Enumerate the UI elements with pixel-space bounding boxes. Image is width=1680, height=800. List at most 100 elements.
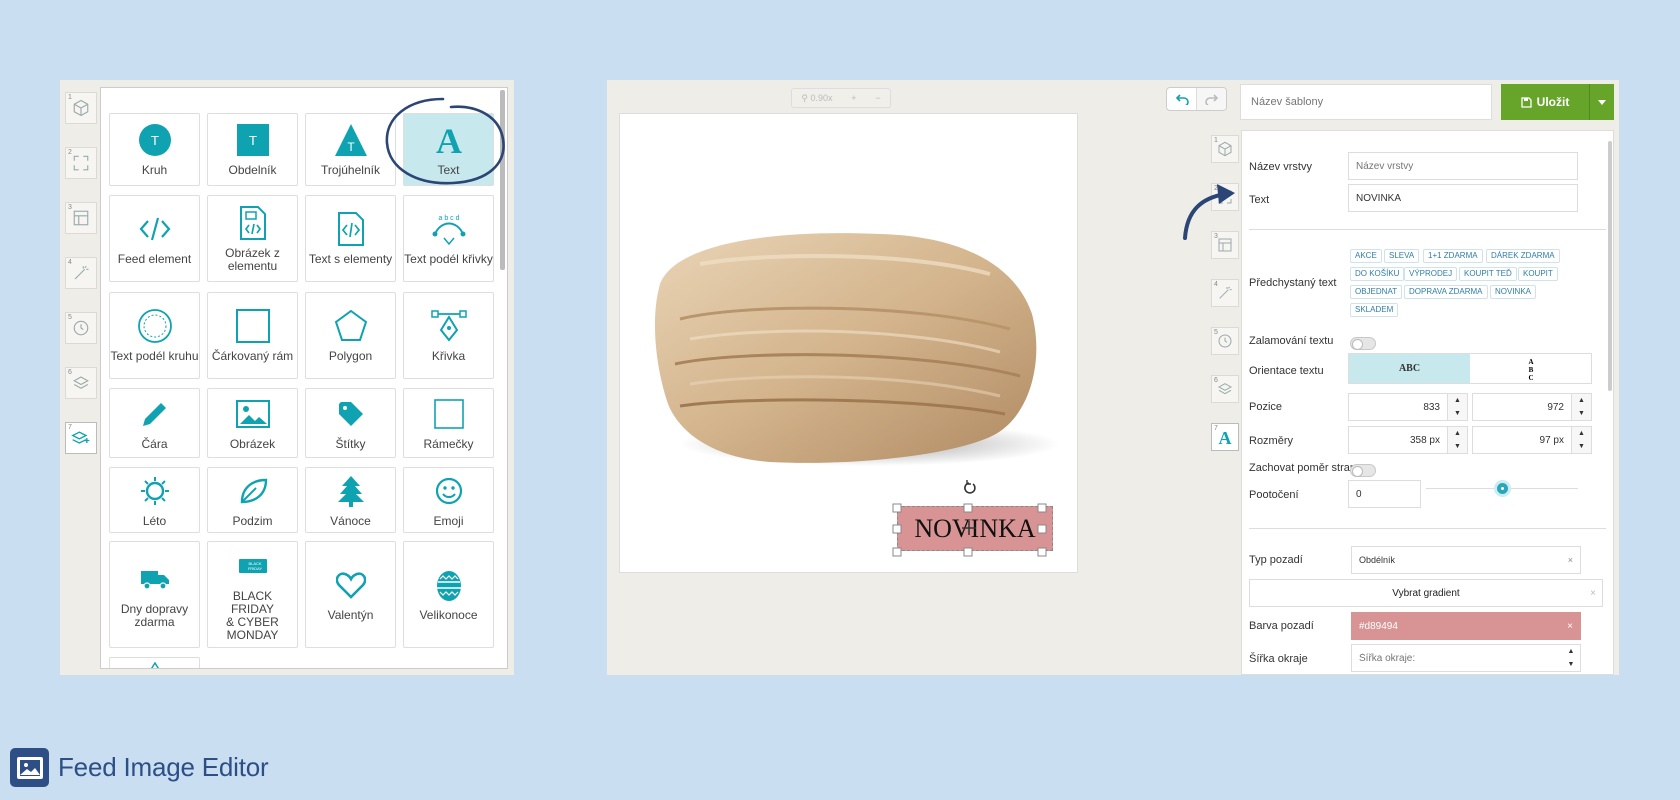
strip-button-objects[interactable]: 1 <box>65 92 97 124</box>
tile-obdelnik[interactable]: T Obdelník <box>207 113 298 186</box>
border-width-stepper[interactable]: ▲ ▼ <box>1562 645 1580 671</box>
tile-kruh[interactable]: T Kruh <box>109 113 200 186</box>
tile-label: Obrázek <box>229 436 276 451</box>
zoom-in-button[interactable]: + <box>851 93 856 103</box>
fullscreen-icon <box>73 155 89 171</box>
strip-button-history[interactable]: 5 <box>65 312 97 344</box>
zoom-out-button[interactable]: − <box>875 93 880 103</box>
preset-chip[interactable]: AKCE <box>1350 249 1382 263</box>
tile-carkovany-ram[interactable]: Čárkovaný rám <box>207 292 298 379</box>
svg-text:a b c d: a b c d <box>438 215 459 222</box>
position-x-stepper[interactable]: ▲ ▼ <box>1447 394 1467 420</box>
template-name-input[interactable] <box>1240 84 1492 120</box>
tile-ramecky[interactable]: Rámečky <box>403 388 494 458</box>
clear-icon[interactable]: × <box>1590 588 1596 599</box>
select-gradient-button[interactable]: Vybrat gradient × <box>1249 579 1603 607</box>
tile-velikonoce[interactable]: Velikonoce <box>403 541 494 648</box>
tile-vanoce[interactable]: Vánoce <box>305 467 396 533</box>
strip-button-history[interactable]: 5 <box>1211 327 1239 355</box>
tile-label: Vánoce <box>330 513 371 528</box>
canvas-text-layer[interactable]: NOVINKA <box>897 506 1053 551</box>
preset-chip[interactable]: DO KOŠÍKU <box>1350 267 1405 281</box>
tile-black-friday[interactable]: BLACK FRIDAY BLACK FRIDAY & CYBER MONDAY <box>207 541 298 648</box>
svg-text:FRIDAY: FRIDAY <box>247 566 262 571</box>
text-a-icon: A <box>1219 428 1232 446</box>
strip-button-resize[interactable]: 2 <box>65 147 97 179</box>
tile-obrazek[interactable]: Obrázek <box>207 388 298 458</box>
width-input[interactable]: 358 px ▲ ▼ <box>1348 426 1468 454</box>
preset-chip[interactable]: DÁREK ZDARMA <box>1486 249 1560 263</box>
preset-chip[interactable]: SKLADEM <box>1350 303 1399 317</box>
strip-button-text[interactable]: 7A <box>1211 423 1239 451</box>
preset-chip[interactable]: KOUPIT <box>1518 267 1558 281</box>
tile-stitky[interactable]: Štítky <box>305 388 396 458</box>
step-down-icon: ▼ <box>1454 443 1461 450</box>
tile-emoji[interactable]: Emoji <box>403 467 494 533</box>
strip-button-magic[interactable]: 4 <box>65 257 97 289</box>
rotation-input[interactable]: 0 <box>1348 480 1421 508</box>
tile-dny-dopravy-zdarma[interactable]: Dny dopravy zdarma <box>109 541 200 648</box>
tile-podzim[interactable]: Podzim <box>207 467 298 533</box>
preset-chip[interactable]: NOVINKA <box>1490 285 1537 299</box>
width-stepper[interactable]: ▲ ▼ <box>1447 427 1467 453</box>
tile-obrazek-z-elementu[interactable]: Obrázek z elementu <box>207 195 298 282</box>
orientation-horizontal-button[interactable]: ABC <box>1349 354 1470 383</box>
height-stepper[interactable]: ▲ ▼ <box>1571 427 1591 453</box>
circle-t-icon: T <box>138 124 171 156</box>
strip-button-magic[interactable]: 4 <box>1211 279 1239 307</box>
tile-polygon[interactable]: Polygon <box>305 292 396 379</box>
triangle-t-icon: T <box>334 124 367 156</box>
tile-krivka[interactable]: Křivka <box>403 292 494 379</box>
properties-scrollbar[interactable] <box>1608 141 1612 391</box>
smiley-icon <box>435 477 462 504</box>
layer-name-input[interactable] <box>1348 152 1578 180</box>
orientation-vertical-button[interactable]: ABC <box>1470 354 1591 383</box>
preset-chip[interactable]: SLEVA <box>1384 249 1420 263</box>
tile-label: Rámečky <box>423 436 474 451</box>
tile-more[interactable] <box>109 657 200 668</box>
undo-button[interactable] <box>1167 88 1196 110</box>
position-x-input[interactable]: 833 ▲ ▼ <box>1348 393 1468 421</box>
clear-icon[interactable]: × <box>1568 555 1573 565</box>
strip-button-objects[interactable]: 1 <box>1211 135 1239 163</box>
strip-button-layers[interactable]: 6 <box>65 367 97 399</box>
background-color-input[interactable]: #d89494 × <box>1351 612 1581 640</box>
zoom-level[interactable]: ⚲ 0.90x <box>801 93 832 104</box>
tile-text-podel-krivky[interactable]: a b c d Text podél křivky <box>403 195 494 282</box>
step-up-icon: ▲ <box>1454 397 1461 404</box>
height-input[interactable]: 97 px ▲ ▼ <box>1472 426 1592 454</box>
tile-cara[interactable]: Čára <box>109 388 200 458</box>
tile-text-podel-kruhu[interactable]: Text podél kruhu <box>109 292 200 379</box>
preset-chip[interactable]: DOPRAVA ZDARMA <box>1404 285 1488 299</box>
tile-feed-element[interactable]: Feed element <box>109 195 200 282</box>
background-type-select[interactable]: Obdélník × <box>1351 546 1581 574</box>
text-input[interactable]: NOVINKA <box>1348 184 1578 212</box>
preset-chip[interactable]: KOUPIT TEĎ <box>1459 267 1517 281</box>
position-y-stepper[interactable]: ▲ ▼ <box>1571 394 1591 420</box>
strip-button-add-elements[interactable]: 7 <box>65 422 97 454</box>
preset-chip[interactable]: OBJEDNAT <box>1350 285 1403 299</box>
strip-button-layers[interactable]: 6 <box>1211 375 1239 403</box>
strip-button-layout[interactable]: 3 <box>65 202 97 234</box>
tile-text-s-elementy[interactable]: Text s elementy <box>305 195 396 282</box>
brand-name: Feed Image Editor <box>58 752 269 782</box>
clear-icon[interactable]: × <box>1567 621 1573 632</box>
redo-button[interactable] <box>1196 88 1226 110</box>
divider <box>1249 528 1606 529</box>
position-y-value: 972 <box>1547 401 1564 413</box>
tile-leto[interactable]: Léto <box>109 467 200 533</box>
preset-chip[interactable]: 1+1 ZDARMA <box>1423 249 1483 263</box>
tag-icon <box>338 401 363 426</box>
border-width-input[interactable] <box>1351 644 1581 672</box>
tile-valentyn[interactable]: Valentýn <box>305 541 396 648</box>
keep-ratio-toggle[interactable] <box>1350 464 1376 477</box>
save-options-dropdown[interactable] <box>1589 84 1614 120</box>
position-y-input[interactable]: 972 ▲ ▼ <box>1472 393 1592 421</box>
truck-icon <box>140 570 169 590</box>
save-button[interactable]: Uložit <box>1501 84 1589 120</box>
text-wrap-toggle[interactable] <box>1350 337 1376 350</box>
dashed-frame-icon <box>235 309 270 343</box>
canvas[interactable]: NOVINKA <box>619 113 1078 573</box>
preset-chip[interactable]: VÝPRODEJ <box>1404 267 1458 281</box>
rotation-slider-knob[interactable] <box>1494 480 1511 497</box>
